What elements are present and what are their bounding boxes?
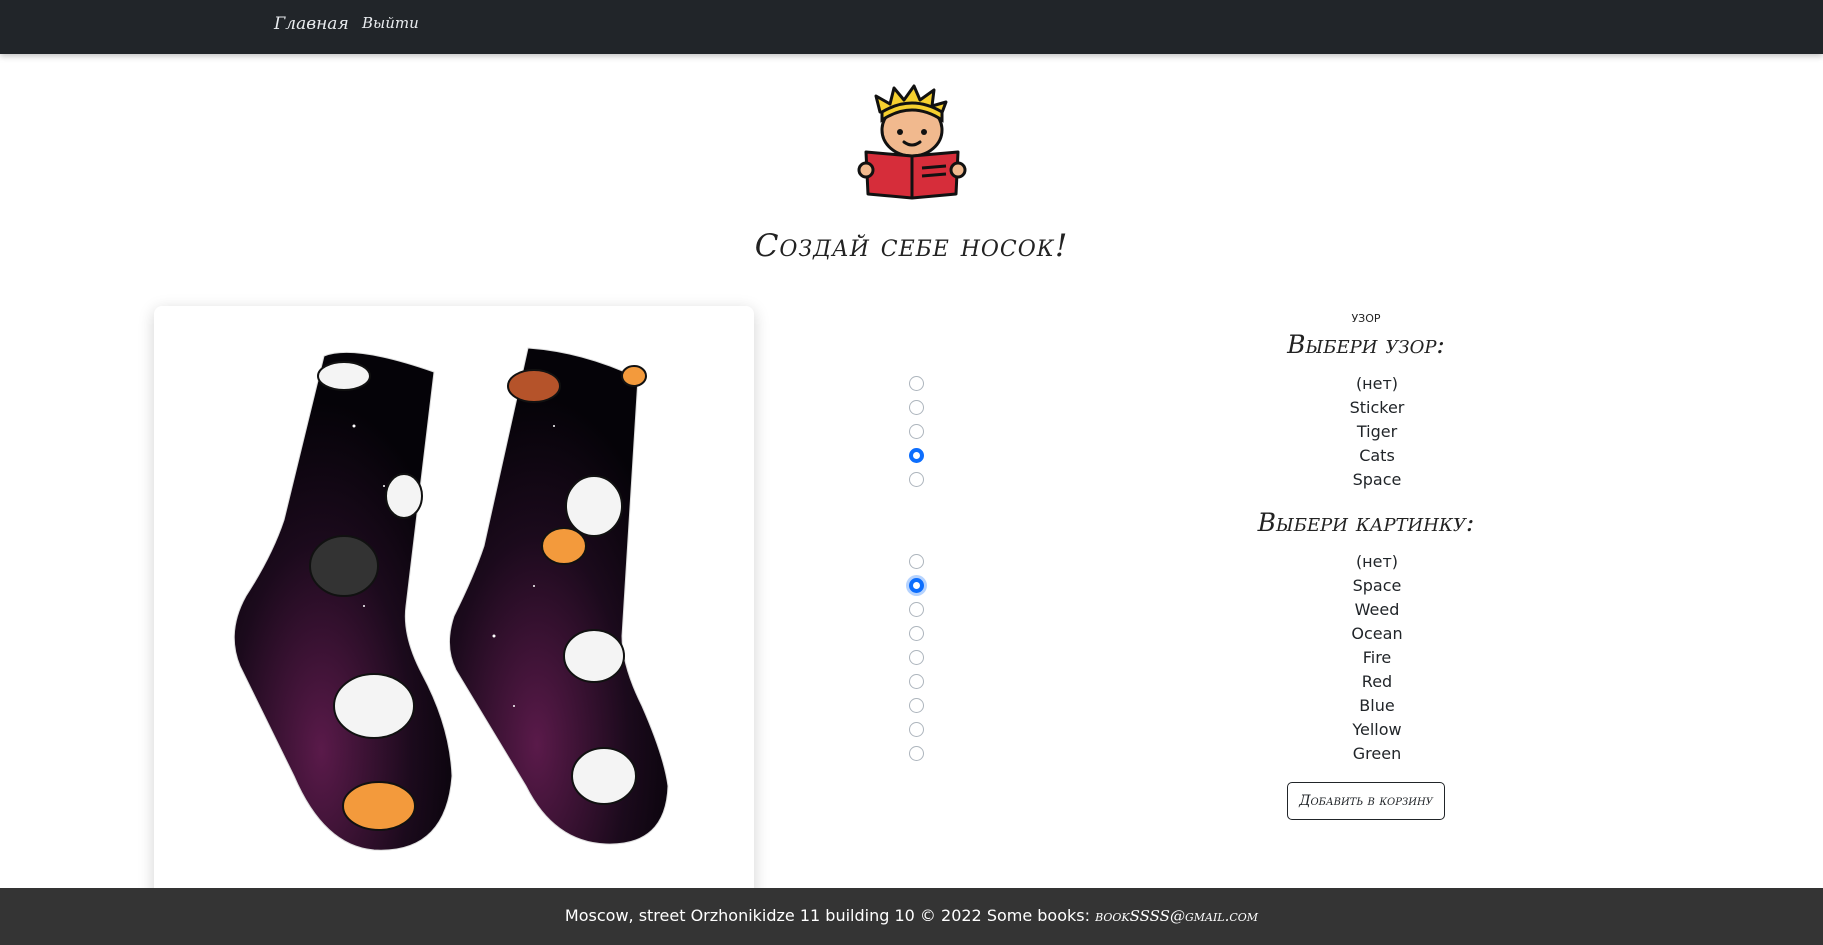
picture-option-row[interactable]: Fire	[0, 647, 1823, 669]
pattern-option-row[interactable]: Sticker	[0, 397, 1823, 419]
reading-boy-icon	[856, 82, 968, 200]
picture-radio[interactable]	[909, 650, 924, 665]
picture-option-row[interactable]: Yellow	[0, 719, 1823, 741]
page-title: Создай себе носок!	[754, 228, 1069, 264]
picture-option-label: Fire	[1362, 648, 1392, 667]
picture-radio[interactable]	[909, 746, 924, 761]
footer-email-link[interactable]: bookSSSS@gmail.com	[1095, 907, 1258, 925]
pattern-option-label: Tiger	[1356, 422, 1398, 441]
picture-option-row[interactable]: Blue	[0, 695, 1823, 717]
pattern-caption: узор	[1351, 307, 1381, 326]
picture-option-label: Ocean	[1351, 624, 1403, 643]
pattern-radio[interactable]	[909, 448, 924, 463]
pattern-option-label: Space	[1352, 470, 1402, 489]
picture-option-label: Green	[1352, 744, 1402, 763]
picture-option-row[interactable]: Weed	[0, 599, 1823, 621]
footer-address: Moscow, street Orzhonikidze 11 building …	[564, 906, 1090, 925]
picture-option-row[interactable]: Ocean	[0, 623, 1823, 645]
footer: Moscow, street Orzhonikidze 11 building …	[0, 888, 1823, 945]
picture-option-label: (нет)	[1355, 552, 1399, 571]
picture-option-row[interactable]: Red	[0, 671, 1823, 693]
nav-home-link[interactable]: Главная	[274, 14, 349, 34]
picture-option-label: Blue	[1359, 696, 1395, 715]
pattern-option-label: (нет)	[1355, 374, 1399, 393]
pattern-option-row[interactable]: (нет)	[0, 373, 1823, 395]
pattern-option-label: Cats	[1359, 446, 1395, 465]
pattern-option-row[interactable]: Space	[0, 469, 1823, 491]
picture-option-label: Red	[1361, 672, 1393, 691]
pattern-option-row[interactable]: Tiger	[0, 421, 1823, 443]
picture-radio[interactable]	[909, 674, 924, 689]
pattern-radio[interactable]	[909, 424, 924, 439]
add-to-cart-button[interactable]: Добавить в корзину	[1287, 782, 1445, 820]
pattern-section-title: Выбери узор:	[1287, 330, 1445, 359]
picture-option-row[interactable]: Green	[0, 743, 1823, 765]
picture-radio[interactable]	[909, 722, 924, 737]
picture-option-label: Weed	[1354, 600, 1400, 619]
picture-option-row[interactable]: Space	[0, 575, 1823, 597]
picture-section-title: Выбери картинку:	[1257, 508, 1475, 537]
pattern-radio[interactable]	[909, 376, 924, 391]
top-navbar: Главная Выйти	[0, 0, 1823, 54]
picture-option-label: Yellow	[1352, 720, 1402, 739]
pattern-option-row[interactable]: Cats	[0, 445, 1823, 467]
pattern-radio[interactable]	[909, 400, 924, 415]
pattern-option-label: Sticker	[1349, 398, 1405, 417]
picture-option-row[interactable]: (нет)	[0, 551, 1823, 573]
picture-radio[interactable]	[909, 626, 924, 641]
pattern-radio[interactable]	[909, 472, 924, 487]
nav-logout-link[interactable]: Выйти	[362, 14, 419, 32]
picture-radio[interactable]	[909, 698, 924, 713]
picture-option-label: Space	[1352, 576, 1402, 595]
picture-radio[interactable]	[909, 602, 924, 617]
picture-radio[interactable]	[909, 554, 924, 569]
picture-radio[interactable]	[909, 578, 924, 593]
